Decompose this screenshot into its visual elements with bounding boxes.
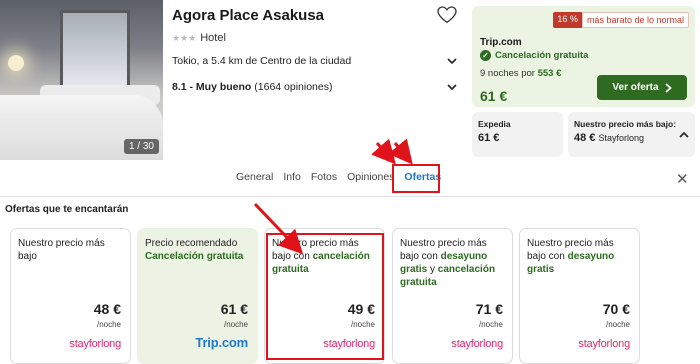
offer-card-breakfast[interactable]: Nuestro precio más bajo con desayuno gra… [519,228,640,364]
lowest-price-offer[interactable]: Nuestro precio más bajo: 48 € Stayforlon… [568,112,695,157]
offer-card-price: 48 € [93,301,121,317]
tab-general[interactable]: General [231,171,278,183]
arrow-annotation-2 [388,138,413,165]
nights-price: 553 € [537,68,562,79]
offer-card-title: Nuestro precio más bajo con desayuno gra… [400,237,505,289]
offer-card-per-night: /noche [96,320,121,329]
close-icon[interactable]: ✕ [676,170,689,188]
stayforlong-logo: stayforlong [451,338,503,350]
offer-card-recommended[interactable]: Precio recomendado Cancelación gratuita … [137,228,258,364]
hotel-name[interactable]: Agora Place Asakusa [172,7,324,24]
offer-provider: Trip.com [480,37,522,48]
rating-reviews: (1664 opiniones) [254,81,333,93]
star-icons: ★★★ [172,32,197,43]
offer-card-conjunction: y [427,264,438,275]
section-title: Ofertas que te encantarán [5,204,129,215]
chevron-up-icon[interactable] [679,130,689,140]
featured-offer-card[interactable]: 16 % más barato de lo normal Trip.com ✓ … [472,6,695,107]
hotel-type: Hotel [200,32,226,44]
hotel-detail-page: 1 / 30 Agora Place Asakusa ★★★ Hotel Tok… [0,0,700,364]
offer-card-price: 71 € [475,301,503,317]
photo-counter: 1 / 30 [123,139,159,154]
ofertas-highlight-box [392,164,440,193]
chevron-down-icon[interactable] [447,82,457,92]
offer-card-per-night: /noche [605,320,630,329]
rating-score: 8.1 - Muy bueno [172,81,252,93]
offer-card-title: Nuestro precio más bajo con desayuno gra… [527,237,632,276]
cancellation-text: Cancelación gratuita [495,50,589,61]
free-cancellation: ✓ Cancelación gratuita [480,50,588,61]
offer-card-highlight: Cancelación gratuita [145,251,244,262]
offer-card-lowest[interactable]: Nuestro precio más bajo 48 € /noche stay… [10,228,131,364]
location-text: Tokio, a 5.4 km de Centro de la ciudad [172,55,352,67]
nights-text: 9 noches por [480,68,535,79]
offer-card-per-night: /noche [478,320,503,329]
stayforlong-logo: stayforlong [578,338,630,350]
offer-card-per-night: /noche [223,320,248,329]
small-offer-provider: Stayforlong [598,133,645,143]
divider [0,196,700,197]
stayforlong-logo: stayforlong [69,338,121,350]
small-offer-label: Nuestro precio más bajo: [574,119,677,129]
view-offer-label: Ver oferta [612,82,659,93]
tab-reviews[interactable]: Opiniones [342,171,399,183]
discount-badge: 16 % más barato de lo normal [553,12,689,28]
small-offer-price: 48 € [574,132,596,144]
tab-photos[interactable]: Fotos [306,171,342,183]
hotel-stars-row: ★★★ Hotel [172,32,226,44]
rating-text: 8.1 - Muy bueno (1664 opiniones) [172,81,333,93]
nights-total: 9 noches por 553 € [480,68,561,79]
offer-card-price: 70 € [602,301,630,317]
check-circle-icon: ✓ [480,50,491,61]
discount-text: más barato de lo normal [581,12,689,28]
small-offer-price-row: 48 € Stayforlong [574,132,689,144]
arrow-annotation-1 [371,138,396,165]
expedia-offer[interactable]: Expedia 61 € [472,112,563,157]
hotel-photo[interactable]: 1 / 30 [0,0,163,160]
offer-card-price: 61 € [220,301,248,317]
offer-card-title-text: Precio recomendado [145,238,238,249]
view-offer-button[interactable]: Ver oferta [597,75,687,100]
small-offer-price: 61 € [478,132,500,144]
offer-highlight-box [266,233,384,360]
small-offer-label: Expedia [478,119,511,129]
chevron-down-icon[interactable] [447,56,457,66]
offer-card-title: Nuestro precio más bajo [18,238,105,262]
tab-info[interactable]: Info [278,171,306,183]
rating-row[interactable]: 8.1 - Muy bueno (1664 opiniones) [172,81,457,93]
offer-card-breakfast-cancellation[interactable]: Nuestro precio más bajo con desayuno gra… [392,228,513,364]
offer-card-title: Precio recomendado Cancelación gratuita [145,237,250,263]
location-row[interactable]: Tokio, a 5.4 km de Centro de la ciudad [172,55,457,67]
tripcom-logo: Trip.com [195,335,248,350]
photo-lamp [8,55,24,71]
chevron-right-icon [664,82,672,93]
photo-window [60,10,130,90]
featured-price: 61 € [480,88,508,104]
favorite-heart-icon[interactable] [437,6,457,24]
discount-percent: 16 % [553,12,582,28]
